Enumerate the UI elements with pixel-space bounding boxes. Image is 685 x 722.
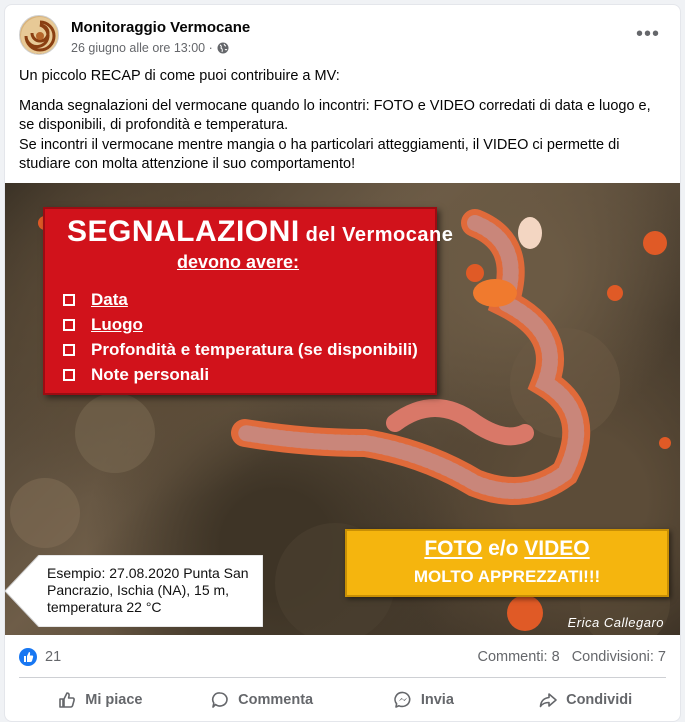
item-label: Profondità e temperatura (se disponibili… xyxy=(91,340,418,359)
list-item: Data xyxy=(63,289,425,311)
post-text: Un piccolo RECAP di come puoi contribuir… xyxy=(19,67,668,175)
checkbox-icon xyxy=(63,319,75,331)
send-label: Invia xyxy=(420,692,454,708)
title-rest: del Vermocane xyxy=(305,224,454,246)
list-item: Luogo xyxy=(63,314,425,336)
post-line: Manda segnalazioni del vermocane quando … xyxy=(19,97,651,134)
callout-text: Esempio: 27.08.2020 Punta San Pancrazio,… xyxy=(47,565,249,615)
box-subtitle: devono avere: xyxy=(177,252,300,272)
share-label: Condividi xyxy=(566,692,633,708)
photo-video-banner: FOTO e/o VIDEO MOLTO APPREZZATI!!! xyxy=(345,529,669,597)
globe-icon xyxy=(217,42,229,54)
like-label: Mi piace xyxy=(85,692,143,708)
report-requirements-box: SEGNALAZIONI del Vermocane devono avere: … xyxy=(43,207,453,395)
banner-video: VIDEO xyxy=(524,537,590,560)
post-card: Monitoraggio Vermocane 26 giugno alle or… xyxy=(4,4,681,722)
post-header: Monitoraggio Vermocane 26 giugno alle or… xyxy=(19,15,666,59)
banner-foto: FOTO xyxy=(424,537,483,560)
comments-count[interactable]: Commenti: 8 xyxy=(477,649,559,665)
banner-mid: e/o xyxy=(482,537,525,560)
example-callout: Esempio: 27.08.2020 Punta San Pancrazio,… xyxy=(5,555,263,627)
checkbox-icon xyxy=(63,369,75,381)
post-meta: 26 giugno alle ore 13:00 · xyxy=(71,41,229,55)
item-label: Note personali xyxy=(91,365,210,384)
list-item: Note personali xyxy=(63,364,425,386)
photo-credit: Erica Callegaro xyxy=(567,615,664,630)
banner-line-1: FOTO e/o VIDEO xyxy=(347,537,667,561)
thumbs-up-icon xyxy=(59,692,76,708)
post-image[interactable]: SEGNALAZIONI del Vermocane devono avere: … xyxy=(5,183,680,635)
checkbox-icon xyxy=(63,344,75,356)
box-title: SEGNALAZIONI del Vermocane xyxy=(67,215,453,249)
title-main: SEGNALAZIONI xyxy=(67,215,300,248)
item-label: Luogo xyxy=(91,315,143,334)
like-button[interactable]: Mi piace xyxy=(19,681,181,719)
divider xyxy=(19,677,666,678)
comment-button[interactable]: Commenta xyxy=(181,681,343,719)
post-timestamp[interactable]: 26 giugno alle ore 13:00 · xyxy=(71,41,213,55)
page-name-link[interactable]: Monitoraggio Vermocane xyxy=(71,19,250,36)
requirements-list: Data Luogo Profondità e temperatura (se … xyxy=(63,289,425,389)
reaction-count[interactable]: 21 xyxy=(45,649,61,665)
like-reaction-icon[interactable] xyxy=(19,648,37,666)
action-bar: Mi piace Commenta Invia Condividi xyxy=(19,681,666,719)
post-paragraph: Un piccolo RECAP di come puoi contribuir… xyxy=(19,68,340,84)
post-stats: 21 Commenti: 8 Condivisioni: 7 xyxy=(19,647,666,669)
shares-count[interactable]: Condivisioni: 7 xyxy=(572,649,666,665)
send-button[interactable]: Invia xyxy=(343,681,505,719)
share-button[interactable]: Condividi xyxy=(504,681,666,719)
page-avatar[interactable] xyxy=(19,15,59,55)
more-options-icon[interactable]: ••• xyxy=(636,24,660,44)
stats-right: Commenti: 8 Condivisioni: 7 xyxy=(477,649,666,665)
banner-line-2: MOLTO APPREZZATI!!! xyxy=(413,567,601,586)
comment-label: Commenta xyxy=(238,692,314,708)
checkbox-icon xyxy=(63,294,75,306)
list-item: Profondità e temperatura (se disponibili… xyxy=(63,339,425,361)
post-line: Se incontri il vermocane mentre mangia o… xyxy=(19,136,620,173)
share-icon xyxy=(539,693,557,708)
messenger-icon xyxy=(394,691,411,708)
item-label: Data xyxy=(91,290,128,309)
post-paragraph: Manda segnalazioni del vermocane quando … xyxy=(19,97,668,175)
comment-icon xyxy=(212,692,228,708)
